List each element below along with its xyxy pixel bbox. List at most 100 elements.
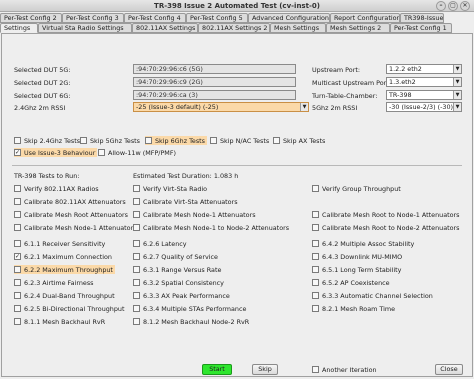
tab-tr398-issue3[interactable]: TR398-Issue3 (400, 13, 444, 23)
multicast-upstream-value: 1.3.eth2 (389, 78, 416, 86)
test-checkbox[interactable]: 6.3.3 Automatic Channel Selection (312, 291, 433, 300)
skip-nac-checkbox[interactable]: Skip N/AC Tests (210, 136, 269, 145)
test-label: 6.2.4 Dual-Band Throughput (24, 291, 115, 300)
skip-ax-label: Skip AX Tests (283, 136, 326, 145)
tab-per-test-config-3[interactable]: Per-Test Config 3 (62, 13, 124, 23)
tab-mesh-settings[interactable]: Mesh Settings (270, 23, 326, 33)
test-checkbox[interactable]: 6.5.2 AP Coexistence (312, 278, 390, 287)
checkbox-box (133, 240, 140, 247)
test-checkbox[interactable]: 6.1.1 Receiver Sensitivity (14, 239, 105, 248)
test-checkbox[interactable]: 6.3.1 Range Versus Rate (133, 265, 221, 274)
test-checkbox[interactable]: Verify Virt-Sta Radio (133, 184, 207, 193)
tab-per-test-config-2[interactable]: Per-Test Config 2 (0, 13, 62, 23)
checkbox-box (14, 240, 21, 247)
skip-24ghz-checkbox[interactable]: Skip 2.4Ghz Tests (14, 136, 80, 145)
test-label: 8.2.1 Mesh Roam Time (322, 304, 396, 313)
test-checkbox[interactable]: Calibrate Mesh Root to Node-2 Attenuator… (312, 223, 460, 232)
start-button[interactable]: Start (202, 364, 232, 375)
test-checkbox[interactable]: 6.3.3 AX Peak Performance (133, 291, 230, 300)
tab-settings[interactable]: Settings (0, 23, 38, 33)
test-checkbox[interactable]: 8.1.1 Mesh Backhaul RvR (14, 317, 105, 326)
test-label: Calibrate Virt-Sta Attenuators (143, 197, 238, 206)
test-checkbox[interactable]: Calibrate Mesh Node-1 Attenuators (14, 223, 137, 232)
test-checkbox[interactable]: 6.2.2 Maximum Throughput (14, 265, 115, 274)
test-checkbox[interactable]: 6.2.6 Latency (133, 239, 187, 248)
test-checkbox[interactable]: 6.2.4 Dual-Band Throughput (14, 291, 115, 300)
another-iteration-checkbox[interactable]: Another Iteration (312, 365, 377, 374)
rssi-24ghz-select[interactable]: -25 (Issue-3 default) (-25) ▼ (133, 102, 309, 112)
maximize-icon[interactable]: ▢ (448, 1, 458, 11)
close-button[interactable]: Close (435, 364, 463, 375)
tab-per-test-config-5[interactable]: Per-Test Config 5 (186, 13, 248, 23)
checkbox-box (312, 253, 319, 260)
test-checkbox[interactable]: ✓ 6.2.1 Maximum Connection (14, 252, 112, 261)
tab-advanced-configuration[interactable]: Advanced Configuration (248, 13, 330, 23)
tab-report-configuration[interactable]: Report Configuration (330, 13, 400, 23)
dut-6g-field[interactable]: :94:70:29:96:ca (3) (133, 90, 296, 100)
allow-11w-label: Allow-11w (MFP/PMF) (108, 148, 176, 157)
test-checkbox[interactable]: Calibrate Mesh Root Attenuators (14, 210, 128, 219)
checkbox-box (145, 137, 152, 144)
test-label: Calibrate Mesh Root to Node-2 Attenuator… (322, 223, 460, 232)
rssi-5ghz-select[interactable]: -30 (Issue-2/3) (-30) ▼ (386, 102, 462, 112)
test-label: 6.4.2 Multiple Assoc Stability (322, 239, 415, 248)
test-checkbox[interactable]: Calibrate Virt-Sta Attenuators (133, 197, 238, 206)
skip-button[interactable]: Skip (252, 364, 278, 375)
allow-11w-checkbox[interactable]: Allow-11w (MFP/PMF) (98, 148, 176, 157)
test-checkbox[interactable]: Verify Group Throughput (312, 184, 401, 193)
upstream-port-label: Upstream Port: (312, 66, 360, 74)
turn-table-select[interactable]: TR-398 ▼ (386, 90, 462, 100)
skip-6ghz-label: Skip 6Ghz Tests (155, 136, 205, 145)
test-checkbox[interactable]: 8.1.2 Mesh Backhaul Node-2 RvR (133, 317, 249, 326)
rssi-5ghz-value: -30 (Issue-2/3) (-30) (389, 103, 454, 111)
skip-6ghz-checkbox[interactable]: Skip 6Ghz Tests (145, 136, 207, 145)
checkbox-box (133, 198, 140, 205)
tab-row-2: Settings Virtual Sta Radio Settings 802.… (0, 23, 474, 33)
tab-mesh-settings-2[interactable]: Mesh Settings 2 (326, 23, 390, 33)
skip-ax-checkbox[interactable]: Skip AX Tests (273, 136, 325, 145)
test-checkbox[interactable]: Calibrate Mesh Root to Node-1 Attenuator… (312, 210, 460, 219)
checkbox-box (312, 211, 319, 218)
tab-virtual-sta-radio-settings[interactable]: Virtual Sta Radio Settings (38, 23, 132, 33)
multicast-upstream-select[interactable]: 1.3.eth2 ▼ (386, 77, 462, 87)
checkbox-box (210, 137, 217, 144)
test-checkbox[interactable]: 6.4.2 Multiple Assoc Stability (312, 239, 414, 248)
tab-per-test-config-1[interactable]: Per-Test Config 1 (390, 23, 452, 33)
skip-24ghz-label: Skip 2.4Ghz Tests (24, 136, 81, 145)
test-checkbox[interactable]: 6.2.7 Quality of Service (133, 252, 218, 261)
tab-802-11ax-settings[interactable]: 802.11AX Settings (132, 23, 198, 33)
dut-5g-field[interactable]: :94:70:29:96:c6 (5G) (133, 64, 296, 74)
test-checkbox[interactable]: 6.2.3 Airtime Fairness (14, 278, 93, 287)
checkbox-box (14, 224, 21, 231)
minimize-icon[interactable]: – (436, 1, 446, 11)
tab-802-11ax-settings-2[interactable]: 802.11AX Settings 2 (198, 23, 270, 33)
issue3-behaviour-checkbox[interactable]: ✓ Use Issue-3 Behaviour (14, 148, 98, 157)
test-checkbox[interactable]: 6.4.3 Downlink MU-MIMO (312, 252, 402, 261)
test-label: 6.3.3 Automatic Channel Selection (322, 291, 433, 300)
test-checkbox[interactable]: Calibrate Mesh Node-1 Attenuators (133, 210, 256, 219)
chevron-down-icon: ▼ (453, 91, 461, 99)
tab-per-test-config-4[interactable]: Per-Test Config 4 (124, 13, 186, 23)
test-checkbox[interactable]: 6.5.1 Long Term Stability (312, 265, 401, 274)
test-checkbox[interactable]: 6.2.5 Bi-Directional Throughput (14, 304, 124, 313)
test-checkbox[interactable]: Calibrate 802.11AX Attenuators (14, 197, 126, 206)
chevron-down-icon: ▼ (453, 78, 461, 86)
dut-2g-field[interactable]: :94:70:29:96:c9 (2G) (133, 77, 296, 87)
checkbox-box (98, 149, 105, 156)
test-checkbox[interactable]: Calibrate Mesh Node-1 to Node-2 Attenuat… (133, 223, 289, 232)
test-label: Calibrate Mesh Root Attenuators (24, 210, 128, 219)
checkbox-box (14, 292, 21, 299)
test-checkbox[interactable]: 6.3.2 Spatial Consistency (133, 278, 224, 287)
checkbox-box (133, 279, 140, 286)
checkbox-box (133, 224, 140, 231)
test-checkbox[interactable]: 8.2.1 Mesh Roam Time (312, 304, 395, 313)
test-label: 6.2.6 Latency (143, 239, 187, 248)
skip-5ghz-checkbox[interactable]: Skip 5Ghz Tests (80, 136, 140, 145)
checkbox-box (312, 366, 319, 373)
close-icon[interactable]: ✕ (460, 1, 470, 11)
upstream-port-select[interactable]: 1.2.2 eth2 ▼ (386, 64, 462, 74)
test-checkbox[interactable]: 6.3.4 Multiple STAs Performance (133, 304, 246, 313)
checkbox-box (133, 253, 140, 260)
test-checkbox[interactable]: Verify 802.11AX Radios (14, 184, 99, 193)
checkbox-box (133, 185, 140, 192)
